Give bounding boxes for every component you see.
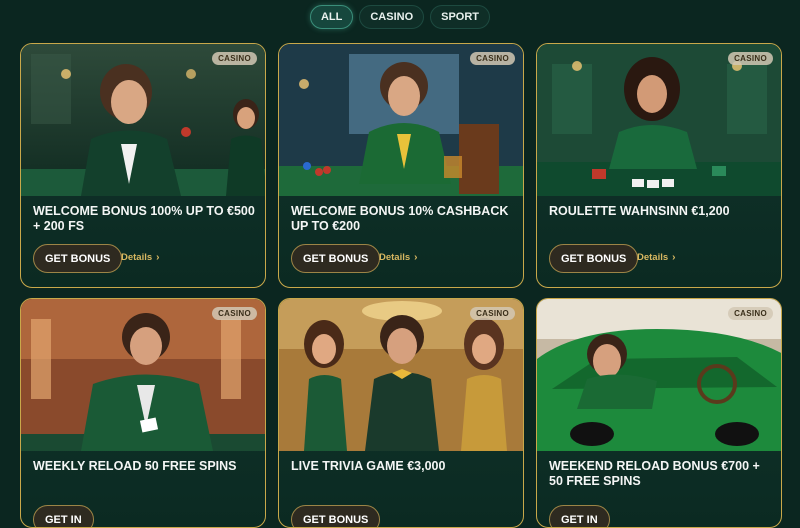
promo-image: CASINO [21,44,265,196]
casino-badge: CASINO [470,307,515,320]
promo-card[interactable]: CASINO WEEKLY RELOAD 50 FREE SPINS GET I… [20,298,266,528]
promo-title: WELCOME BONUS 100% UP TO €500 + 200 FS [33,204,255,233]
promo-image: CASINO [537,44,781,196]
filter-all[interactable]: ALL [309,5,354,29]
filter-casino[interactable]: CASINO [359,5,425,29]
chevron-right-icon: › [672,252,676,263]
details-label: Details [121,252,153,263]
casino-badge: CASINO [212,307,257,320]
promo-card[interactable]: CASINO LIVE TRIVIA GAME €3,000 GET BONUS [278,298,524,528]
promo-image: CASINO [279,299,523,451]
promo-title: WEEKEND RELOAD BONUS €700 + 50 FREE SPIN… [549,459,760,488]
get-bonus-button[interactable]: GET IN [549,505,610,527]
chevron-right-icon: › [156,252,160,263]
casino-badge: CASINO [728,307,773,320]
promo-title: LIVE TRIVIA GAME €3,000 [291,459,446,473]
casino-badge: CASINO [212,52,257,65]
promo-card[interactable]: CASINO WELCOME BONUS 100% UP TO €500 + 2… [20,43,266,288]
get-bonus-button[interactable]: GET BONUS [549,244,639,273]
promo-image: CASINO [21,299,265,451]
promo-title: ROULETTE WAHNSINN €1,200 [549,204,730,218]
details-label: Details [637,252,669,263]
casino-badge: CASINO [470,52,515,65]
promo-card[interactable]: CASINO WELCOME BONUS 10% CASHBACK UP TO … [278,43,524,288]
promo-title: WELCOME BONUS 10% CASHBACK UP TO €200 [291,204,509,233]
category-filters: ALL CASINO SPORT [0,5,800,29]
get-bonus-button[interactable]: GET BONUS [33,244,123,273]
get-bonus-button[interactable]: GET IN [33,505,94,527]
promo-card[interactable]: CASINO ROULETTE WAHNSINN €1,200 GET BONU… [536,43,782,288]
promo-image: CASINO [279,44,523,196]
details-link[interactable]: Details › [637,252,676,263]
details-link[interactable]: Details › [121,252,160,263]
chevron-right-icon: › [414,252,418,263]
get-bonus-button[interactable]: GET BONUS [291,505,381,527]
promo-card[interactable]: CASINO WEEKEND RELOAD BONUS €700 + 50 FR… [536,298,782,528]
filter-sport[interactable]: SPORT [430,5,491,29]
casino-badge: CASINO [728,52,773,65]
details-link[interactable]: Details › [379,252,418,263]
get-bonus-button[interactable]: GET BONUS [291,244,381,273]
details-label: Details [379,252,411,263]
promo-title: WEEKLY RELOAD 50 FREE SPINS [33,459,237,473]
promo-image: CASINO [537,299,781,451]
